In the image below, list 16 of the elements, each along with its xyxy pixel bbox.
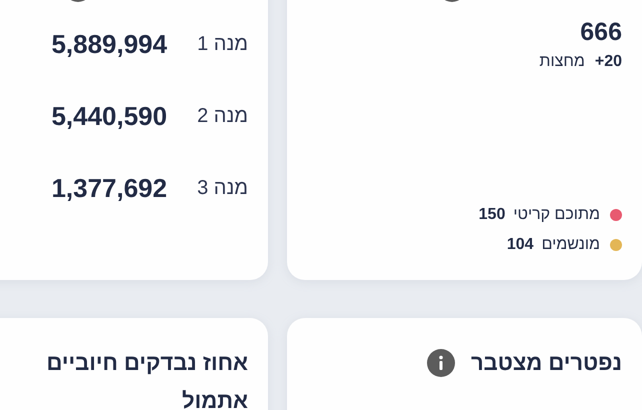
delta-value: +20 bbox=[594, 53, 622, 71]
info-icon[interactable] bbox=[426, 349, 455, 377]
legend-value: 104 bbox=[506, 236, 534, 254]
delta-label: מחצות bbox=[539, 53, 585, 71]
card-title: נפטרים מצטבר bbox=[470, 349, 622, 377]
legend-value: 150 bbox=[478, 206, 506, 224]
dose-label: מנה 2 bbox=[197, 104, 248, 128]
card-title: אחוז נבדקים חיוביים אתמול bbox=[45, 349, 248, 410]
legend-label: מתוכם קריטי bbox=[513, 206, 600, 224]
dose-value: 5,889,994 bbox=[51, 28, 168, 60]
dose-value: 5,440,590 bbox=[51, 100, 168, 132]
dose-label: מנה 1 bbox=[197, 32, 248, 56]
legend-label: מונשמים bbox=[542, 236, 600, 254]
stat-value: 666 bbox=[579, 18, 622, 47]
dose-value: 1,377,692 bbox=[51, 172, 168, 204]
dose-label: מנה 3 bbox=[197, 176, 248, 200]
